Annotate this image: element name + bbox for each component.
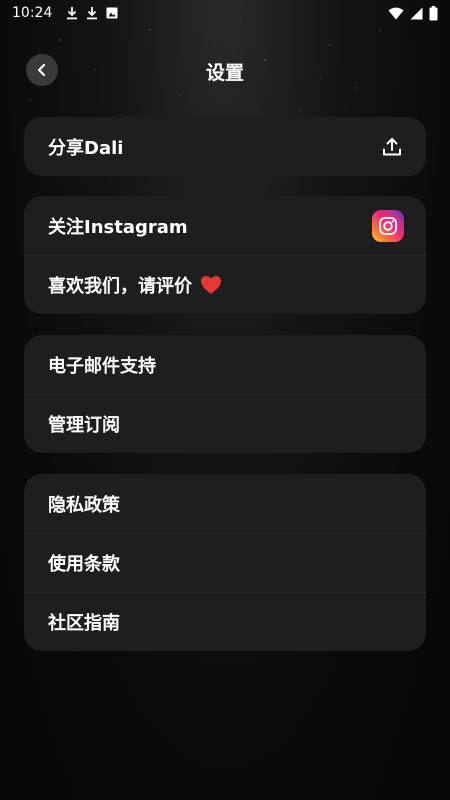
share-upload-icon	[382, 137, 402, 157]
social-card: 关注Instagram 喜欢我们，请评价	[24, 196, 426, 314]
share-card: 分享Dali	[24, 117, 426, 176]
email-support-row[interactable]: 电子邮件支持	[24, 335, 426, 394]
terms-of-use-row[interactable]: 使用条款	[24, 533, 426, 592]
page-title: 设置	[205, 62, 244, 84]
manage-subscription-row[interactable]: 管理订阅	[24, 394, 426, 453]
heart-icon	[200, 275, 222, 295]
privacy-policy-row[interactable]: 隐私政策	[24, 474, 426, 533]
rate-us-label: 喜欢我们，请评价	[48, 276, 192, 297]
battery-icon	[429, 5, 438, 21]
share-dali-label: 分享Dali	[48, 137, 124, 159]
settings-screen: 10:24 设置 分享Dali 关注Instagram 喜欢我们，请评价 电子邮…	[0, 0, 450, 800]
photo-icon	[106, 7, 118, 19]
privacy-policy-label: 隐私政策	[48, 494, 120, 516]
support-card: 电子邮件支持 管理订阅	[24, 335, 426, 453]
manage-subscription-label: 管理订阅	[48, 415, 120, 436]
signal-icon	[410, 7, 423, 20]
status-left: 10:24	[12, 5, 118, 21]
status-bar: 10:24	[0, 0, 450, 26]
download-icon	[66, 6, 78, 20]
share-dali-row[interactable]: 分享Dali	[24, 117, 426, 176]
status-time: 10:24	[12, 5, 53, 21]
rate-us-row[interactable]: 喜欢我们，请评价	[24, 255, 426, 314]
legal-card: 隐私政策 使用条款 社区指南	[24, 474, 426, 651]
terms-of-use-label: 使用条款	[48, 554, 120, 575]
email-support-label: 电子邮件支持	[48, 355, 156, 377]
instagram-icon-wrap	[372, 209, 404, 242]
community-guidelines-label: 社区指南	[48, 613, 120, 634]
status-right	[388, 5, 438, 21]
header: 设置	[0, 50, 450, 90]
follow-instagram-label: 关注Instagram	[48, 216, 188, 238]
wifi-icon	[388, 7, 404, 20]
follow-instagram-row[interactable]: 关注Instagram	[24, 196, 426, 255]
instagram-icon	[372, 209, 404, 242]
download-icon	[86, 6, 98, 20]
community-guidelines-row[interactable]: 社区指南	[24, 592, 426, 651]
